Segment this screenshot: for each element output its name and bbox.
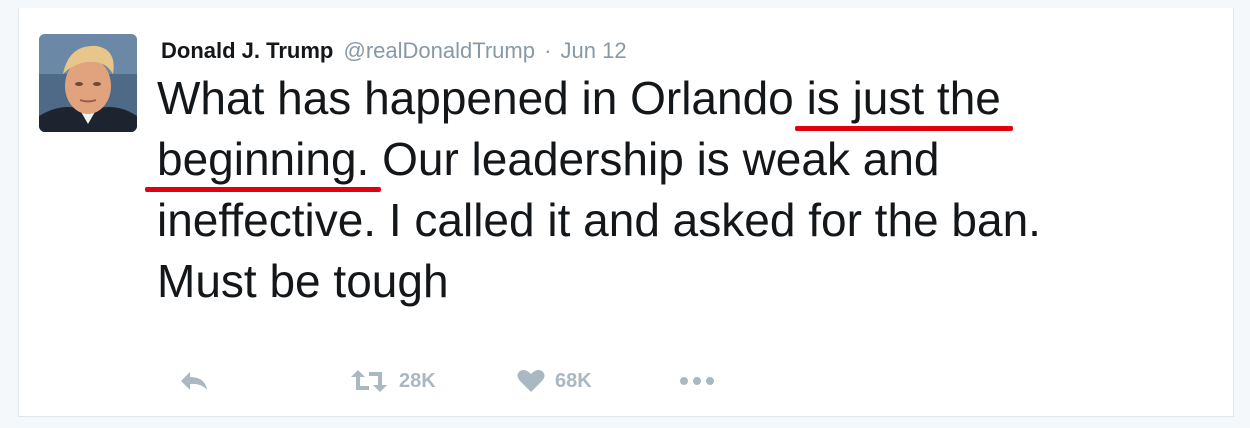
tweet-header: Donald J. Trump @realDonaldTrump · Jun 1… (161, 38, 627, 64)
like-count: 68K (555, 369, 592, 392)
more-dots-icon (680, 377, 714, 385)
reply-button[interactable] (179, 366, 209, 396)
tweet-text-segment: What has happened in Orlando (157, 72, 807, 124)
tweet-line: Must be tough (157, 255, 449, 307)
retweet-count: 28K (399, 369, 436, 392)
avatar[interactable] (39, 34, 137, 132)
author-handle[interactable]: @realDonaldTrump (343, 38, 534, 63)
underlined-phrase: is just the (806, 72, 1001, 124)
tweet-date[interactable]: Jun 12 (561, 38, 627, 63)
tweet-line: ineffective. I called it and asked for t… (157, 194, 1041, 246)
separator: · (544, 38, 552, 63)
retweet-icon (351, 370, 387, 392)
like-button[interactable]: 68K (517, 366, 592, 396)
more-button[interactable] (679, 366, 715, 396)
tweet-text: What has happened in Orlando is just the… (157, 68, 1217, 312)
reply-arrow-icon (181, 372, 207, 390)
profile-photo-icon (39, 34, 137, 132)
tweet-card[interactable]: Donald J. Trump @realDonaldTrump · Jun 1… (18, 8, 1234, 417)
tweet-text-segment: Our leadership is weak and (369, 133, 940, 185)
author-name[interactable]: Donald J. Trump (161, 38, 333, 63)
tweet-line: beginning. Our leadership is weak and (157, 129, 1217, 190)
tweet-line: What has happened in Orlando is just the (157, 68, 1217, 129)
underlined-phrase: beginning. (157, 133, 370, 185)
heart-icon (517, 370, 545, 392)
retweet-button[interactable]: 28K (349, 366, 436, 396)
